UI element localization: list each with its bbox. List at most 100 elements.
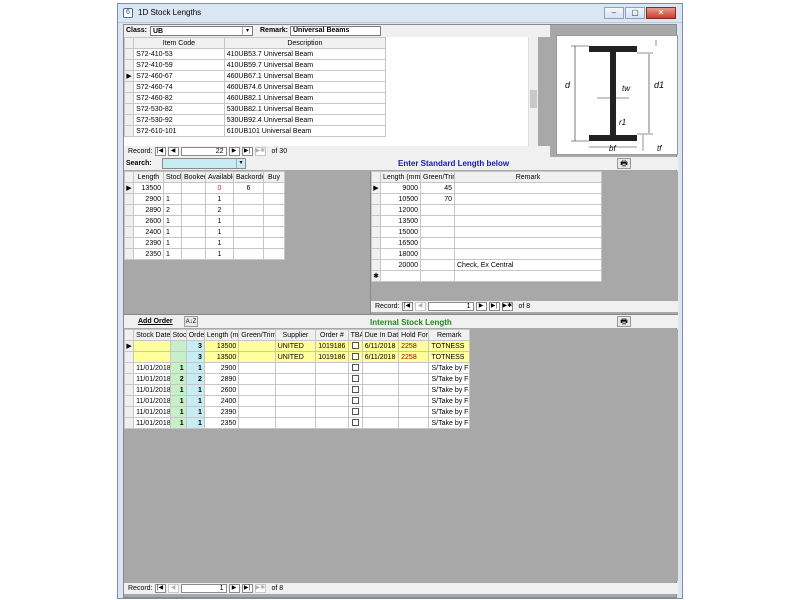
green-trim-cell[interactable] bbox=[238, 417, 276, 429]
due-in-date-cell[interactable] bbox=[361, 384, 400, 396]
item-code-cell[interactable]: S72-460-74 bbox=[133, 81, 225, 93]
printer-icon[interactable]: 🖶 bbox=[617, 158, 631, 169]
order-number-cell[interactable] bbox=[315, 362, 349, 374]
backorder-cell[interactable] bbox=[233, 226, 264, 238]
green-trim-cell[interactable]: 70 bbox=[420, 193, 455, 205]
tba-checkbox[interactable] bbox=[351, 353, 359, 361]
stock-row[interactable]: 2600 1 1 bbox=[124, 215, 285, 227]
tba-checkbox[interactable] bbox=[351, 419, 359, 427]
length-cell[interactable]: 2600 bbox=[203, 384, 240, 396]
item-row[interactable]: S72-530-82 530UB82.1 Universal Beam bbox=[124, 103, 387, 115]
length-cell[interactable]: 2400 bbox=[133, 226, 164, 238]
stock-row[interactable]: 2390 1 1 bbox=[124, 237, 285, 249]
due-in-date-cell[interactable]: 6/11/2018 bbox=[361, 340, 400, 352]
col-length-mm[interactable]: Length (mm) bbox=[203, 329, 240, 341]
row-selector[interactable] bbox=[124, 114, 135, 126]
order-cell[interactable]: 1 bbox=[185, 362, 205, 374]
item-code-cell[interactable]: S72-530-92 bbox=[133, 114, 225, 126]
tba-checkbox-cell[interactable] bbox=[347, 384, 363, 396]
internal-row[interactable]: ▶ 3 13500 UNITED 1019186 6/11/2018 2258 TOTNESS bbox=[123, 340, 470, 352]
available-cell[interactable]: 2 bbox=[205, 204, 234, 216]
item-code-cell[interactable]: S72-460-82 bbox=[133, 92, 225, 104]
length-cell[interactable]: 2390 bbox=[133, 237, 164, 249]
remark-cell[interactable] bbox=[454, 204, 602, 216]
length-mm-cell[interactable]: 16500 bbox=[380, 237, 421, 249]
length-cell[interactable]: 2890 bbox=[133, 204, 164, 216]
empty-cell[interactable] bbox=[380, 270, 421, 282]
due-in-date-cell[interactable] bbox=[361, 395, 400, 407]
backorder-cell[interactable] bbox=[233, 237, 264, 249]
current-row-indicator[interactable]: ▶ bbox=[123, 340, 135, 352]
row-selector[interactable] bbox=[124, 48, 135, 60]
remark-cell[interactable]: S/Take by Fa bbox=[428, 362, 470, 374]
available-cell[interactable]: 1 bbox=[205, 215, 234, 227]
remark-cell[interactable] bbox=[454, 226, 602, 238]
row-selector[interactable] bbox=[124, 125, 135, 137]
internal-row[interactable]: 11/01/2018 1 1 2350 S/Take by Fa bbox=[123, 417, 470, 429]
buy-cell[interactable] bbox=[263, 248, 285, 260]
standard-row[interactable]: 12000 bbox=[371, 204, 602, 216]
item-code-cell[interactable]: S72-410-59 bbox=[133, 59, 225, 71]
row-selector[interactable] bbox=[124, 215, 134, 227]
row-selector[interactable] bbox=[123, 395, 135, 407]
booked-cell[interactable] bbox=[181, 215, 206, 227]
order-number-cell[interactable] bbox=[315, 395, 349, 407]
scrollbar-thumb[interactable] bbox=[530, 90, 537, 108]
stock-date-cell[interactable]: 11/01/2018 bbox=[133, 373, 171, 385]
col-green-trim[interactable]: Green/Trim bbox=[238, 329, 276, 341]
order-number-cell[interactable] bbox=[315, 417, 349, 429]
green-trim-cell[interactable] bbox=[238, 384, 276, 396]
description-cell[interactable]: 460UB67.1 Universal Beam bbox=[223, 70, 387, 82]
row-selector[interactable] bbox=[123, 362, 135, 374]
col-stock[interactable]: Stock bbox=[169, 329, 187, 341]
item-code-cell[interactable]: S72-460-67 bbox=[133, 70, 225, 82]
row-selector[interactable] bbox=[123, 384, 135, 396]
length-cell[interactable]: 2400 bbox=[203, 395, 240, 407]
row-selector[interactable] bbox=[123, 351, 135, 363]
chevron-down-icon[interactable]: ▾ bbox=[242, 27, 252, 35]
stock-date-cell[interactable] bbox=[133, 340, 171, 352]
description-cell[interactable]: 610UB101 Universal Beam bbox=[223, 125, 387, 137]
supplier-cell[interactable]: UNITED bbox=[274, 351, 317, 363]
row-selector[interactable] bbox=[124, 103, 135, 115]
tba-checkbox-cell[interactable] bbox=[347, 362, 363, 374]
order-number-cell[interactable] bbox=[315, 384, 349, 396]
class-select[interactable]: UB ▾ bbox=[150, 26, 253, 36]
item-row[interactable]: S72-410-53 410UB53.7 Universal Beam bbox=[124, 48, 387, 60]
stock-date-cell[interactable]: 11/01/2018 bbox=[133, 406, 171, 418]
item-code-cell[interactable]: S72-610-101 bbox=[133, 125, 225, 137]
stock-cell[interactable] bbox=[169, 351, 187, 363]
due-in-date-cell[interactable]: 6/11/2018 bbox=[361, 351, 400, 363]
row-selector[interactable] bbox=[371, 237, 381, 249]
length-cell[interactable]: 2350 bbox=[133, 248, 164, 260]
hold-for-cell[interactable] bbox=[398, 373, 430, 385]
last-record-button[interactable]: ▶| bbox=[241, 584, 253, 593]
item-row[interactable]: S72-460-82 460UB82.1 Universal Beam bbox=[124, 92, 387, 104]
col-green-trim[interactable]: Green/Trim bbox=[420, 171, 455, 183]
stock-cell[interactable]: 1 bbox=[163, 248, 182, 260]
order-cell[interactable]: 1 bbox=[185, 395, 205, 407]
internal-row[interactable]: 11/01/2018 2 2 2890 S/Take by Fa bbox=[123, 373, 470, 385]
row-selector[interactable] bbox=[123, 373, 135, 385]
record-number-input[interactable]: 1 bbox=[180, 584, 227, 593]
item-row[interactable]: S72-410-59 410UB59.7 Universal Beam bbox=[124, 59, 387, 71]
green-trim-cell[interactable] bbox=[420, 248, 455, 260]
order-cell[interactable]: 1 bbox=[185, 384, 205, 396]
remark-cell[interactable] bbox=[454, 215, 602, 227]
green-trim-cell[interactable]: 45 bbox=[420, 182, 455, 194]
row-selector[interactable] bbox=[371, 226, 381, 238]
tba-checkbox-cell[interactable] bbox=[347, 406, 363, 418]
booked-cell[interactable] bbox=[181, 182, 206, 194]
tba-checkbox-cell[interactable] bbox=[347, 395, 363, 407]
item-code-cell[interactable]: S72-410-53 bbox=[133, 48, 225, 60]
buy-cell[interactable] bbox=[263, 182, 285, 194]
length-cell[interactable]: 2350 bbox=[203, 417, 240, 429]
length-mm-cell[interactable]: 9000 bbox=[380, 182, 421, 194]
col-description[interactable]: Description bbox=[223, 37, 387, 49]
col-order[interactable]: Order bbox=[185, 329, 205, 341]
row-selector[interactable] bbox=[124, 204, 134, 216]
next-record-button[interactable]: ▶ bbox=[475, 302, 487, 311]
remark-cell[interactable] bbox=[454, 237, 602, 249]
col-remark[interactable]: Remark bbox=[428, 329, 470, 341]
description-cell[interactable]: 460UB74.6 Universal Beam bbox=[223, 81, 387, 93]
